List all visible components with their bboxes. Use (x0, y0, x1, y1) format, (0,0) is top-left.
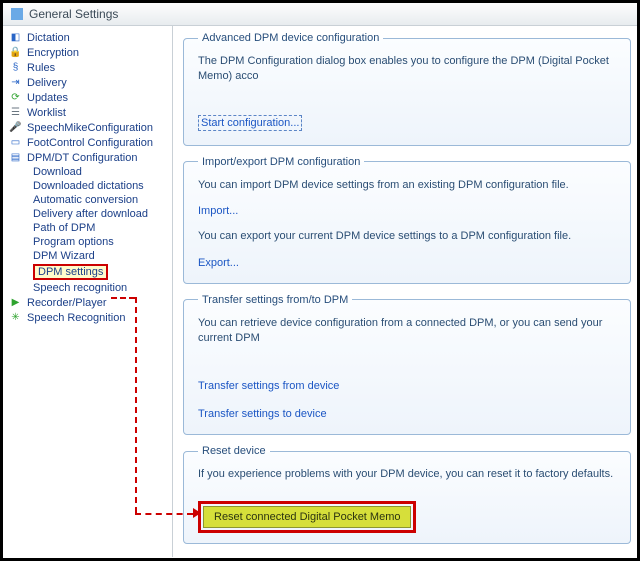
legend-transfer: Transfer settings from/to DPM (198, 294, 352, 306)
legend-reset: Reset device (198, 445, 270, 457)
dpm-subtree: Download Downloaded dictations Automatic… (7, 165, 170, 295)
foot-icon: ▭ (9, 136, 22, 149)
subitem-program-options[interactable]: Program options (31, 235, 170, 249)
tree-item-speechmike[interactable]: 🎤SpeechMikeConfiguration (7, 120, 170, 135)
link-import[interactable]: Import... (198, 205, 238, 217)
tree-item-updates[interactable]: ⟳Updates (7, 90, 170, 105)
gear-icon: ✳ (9, 311, 22, 324)
subitem-dpm-wizard[interactable]: DPM Wizard (31, 249, 170, 263)
tree-item-footcontrol[interactable]: ▭FootControl Configuration (7, 135, 170, 150)
subitem-dpm-settings[interactable]: DPM settings (31, 263, 170, 281)
main-panel: Advanced DPM device configuration The DP… (173, 26, 637, 557)
link-transfer-to[interactable]: Transfer settings to device (198, 408, 327, 420)
text-reset: If you experience problems with your DPM… (198, 467, 618, 482)
window-title: General Settings (29, 7, 118, 21)
link-transfer-from[interactable]: Transfer settings from device (198, 380, 339, 392)
group-reset: Reset device If you experience problems … (183, 445, 631, 543)
legend-advanced: Advanced DPM device configuration (198, 32, 383, 44)
highlight-reset: Reset connected Digital Pocket Memo (198, 501, 416, 533)
content-area: ◧Dictation 🔒Encryption §Rules ⇥ Delivery … (3, 26, 637, 557)
settings-window: General Settings ◧Dictation 🔒Encryption … (0, 0, 640, 561)
tree-item-dpmdt[interactable]: ▤DPM/DT Configuration (7, 150, 170, 165)
lock-icon: 🔒 (9, 46, 22, 59)
subitem-delivery-after[interactable]: Delivery after download (31, 207, 170, 221)
subitem-speech-recognition[interactable]: Speech recognition (31, 281, 170, 295)
sidebar: ◧Dictation 🔒Encryption §Rules ⇥ Delivery … (3, 26, 173, 557)
updates-icon: ⟳ (9, 91, 22, 104)
app-icon (11, 8, 23, 20)
titlebar: General Settings (3, 3, 637, 26)
group-advanced-dpm: Advanced DPM device configuration The DP… (183, 32, 631, 146)
button-reset-dpm[interactable]: Reset connected Digital Pocket Memo (203, 506, 411, 528)
text-export: You can export your current DPM device s… (198, 229, 618, 244)
tree-item-worklist[interactable]: ☰Worklist (7, 105, 170, 120)
rules-icon: § (9, 61, 22, 74)
subitem-auto-conversion[interactable]: Automatic conversion (31, 193, 170, 207)
link-export[interactable]: Export... (198, 257, 239, 269)
subitem-path-of-dpm[interactable]: Path of DPM (31, 221, 170, 235)
tree-item-recorder-player[interactable]: ▶Recorder/Player (7, 295, 170, 310)
delivery-icon: ⇥ (9, 76, 22, 89)
text-transfer: You can retrieve device configuration fr… (198, 316, 618, 347)
link-start-configuration[interactable]: Start configuration... (198, 115, 302, 131)
settings-tree: ◧Dictation 🔒Encryption §Rules ⇥ Delivery … (7, 30, 170, 325)
worklist-icon: ☰ (9, 106, 22, 119)
tree-item-dictation[interactable]: ◧Dictation (7, 30, 170, 45)
play-icon: ▶ (9, 296, 22, 309)
device-icon: ▤ (9, 151, 22, 164)
tree-item-rules[interactable]: §Rules (7, 60, 170, 75)
dictation-icon: ◧ (9, 31, 22, 44)
text-advanced: The DPM Configuration dialog box enables… (198, 54, 618, 85)
mic-icon: 🎤 (9, 121, 22, 134)
tree-item-encryption[interactable]: 🔒Encryption (7, 45, 170, 60)
subitem-download[interactable]: Download (31, 165, 170, 179)
text-import: You can import DPM device settings from … (198, 178, 618, 193)
tree-item-speech-recognition[interactable]: ✳Speech Recognition (7, 310, 170, 325)
legend-import-export: Import/export DPM configuration (198, 156, 364, 168)
group-transfer: Transfer settings from/to DPM You can re… (183, 294, 631, 436)
group-import-export: Import/export DPM configuration You can … (183, 156, 631, 284)
subitem-downloaded-dictations[interactable]: Downloaded dictations (31, 179, 170, 193)
tree-item-delivery[interactable]: ⇥Delivery (7, 75, 170, 90)
